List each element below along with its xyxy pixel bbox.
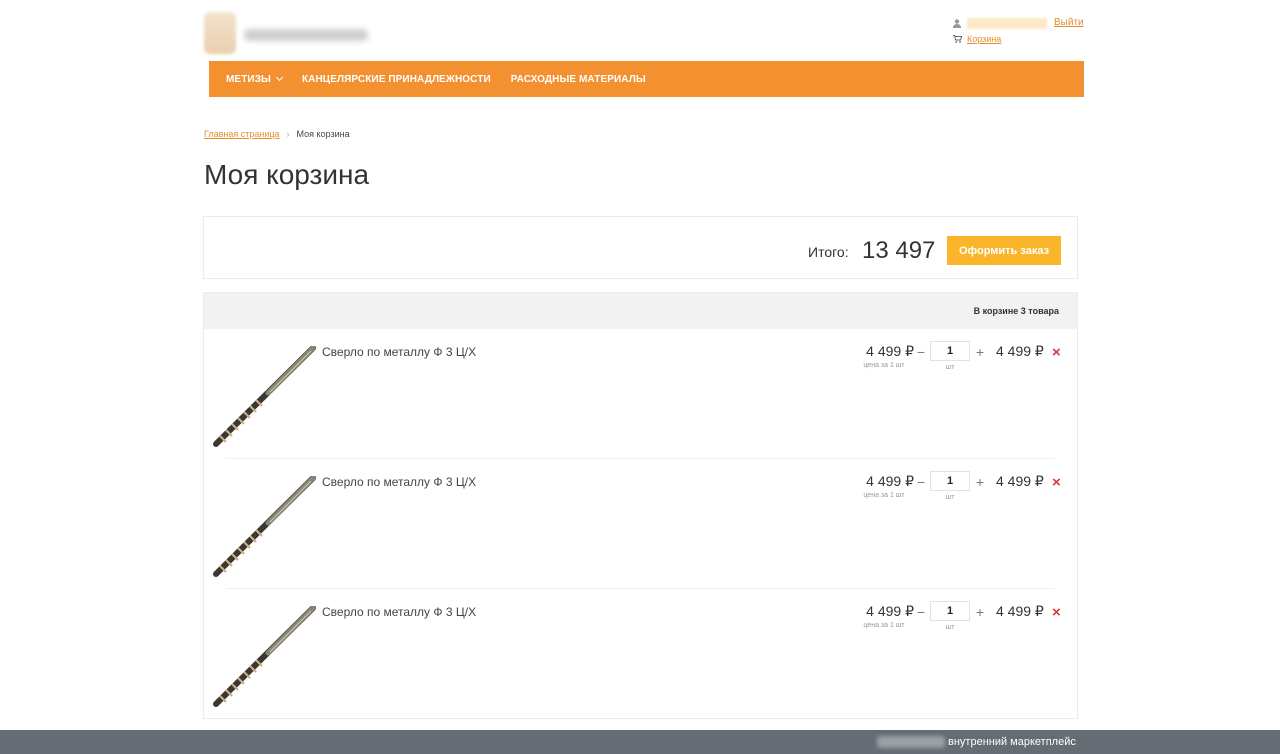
cart-link[interactable]: Корзина xyxy=(967,34,1001,44)
quantity-increase-button[interactable]: + xyxy=(973,604,987,620)
quantity-input[interactable] xyxy=(930,471,970,491)
cart-row: Корзина xyxy=(953,33,1085,47)
drill-bit-icon xyxy=(213,475,316,577)
quantity-input[interactable] xyxy=(930,341,970,361)
unit-price-note: цена за 1 шт xyxy=(863,362,905,369)
quantity-input[interactable] xyxy=(930,601,970,621)
total-value: 13 497 xyxy=(862,237,936,264)
nav-item-office-supplies[interactable]: КАНЦЕЛЯРСКИЕ ПРИНАДЛЕЖНОСТИ xyxy=(302,74,491,85)
remove-item-button[interactable]: × xyxy=(1052,604,1061,621)
quantity-decrease-button[interactable]: − xyxy=(914,604,928,620)
site-logo[interactable] xyxy=(204,12,369,54)
remove-item-button[interactable]: × xyxy=(1052,474,1061,491)
remove-item-button[interactable]: × xyxy=(1052,344,1061,361)
total-label: Итого: xyxy=(808,244,849,260)
unit-price: 4 499 ₽ xyxy=(866,343,914,359)
logo-mark xyxy=(204,12,236,54)
footer-text: внутренний маркетплейс xyxy=(948,736,1076,748)
unit-price: 4 499 ₽ xyxy=(866,603,914,619)
user-name-blurred xyxy=(967,18,1047,29)
line-total: 4 499 ₽ xyxy=(996,343,1044,359)
cart-count: В корзине 3 товара xyxy=(973,306,1059,316)
quantity-unit: шт xyxy=(945,624,955,631)
checkout-button[interactable]: Оформить заказ xyxy=(947,236,1061,265)
line-total: 4 499 ₽ xyxy=(996,603,1044,619)
quantity-decrease-button[interactable]: − xyxy=(914,474,928,490)
price-block: 4 499 ₽ цена за 1 шт xyxy=(844,603,914,629)
breadcrumb-separator: › xyxy=(286,129,290,139)
cart-list-header: В корзине 3 товара xyxy=(204,293,1077,329)
quantity-increase-button[interactable]: + xyxy=(973,344,987,360)
nav-item-label: РАСХОДНЫЕ МАТЕРИАЛЫ xyxy=(510,73,646,85)
product-image[interactable] xyxy=(210,345,318,450)
nav-item-label: МЕТИЗЫ xyxy=(226,73,271,85)
cart-icon xyxy=(953,35,963,45)
product-image[interactable] xyxy=(210,475,318,580)
quantity-unit: шт xyxy=(945,494,955,501)
breadcrumb-current: Моя корзина xyxy=(296,129,350,139)
quantity-decrease-button[interactable]: − xyxy=(914,344,928,360)
price-block: 4 499 ₽ цена за 1 шт xyxy=(844,473,914,499)
cart-list: В корзине 3 товара Сверло по металлу Ф 3… xyxy=(203,292,1078,719)
drill-bit-icon xyxy=(213,345,316,447)
logout-link[interactable]: Выйти xyxy=(1054,17,1084,28)
product-name-link[interactable]: Сверло по металлу Ф 3 Ц/Х xyxy=(322,605,476,619)
user-icon xyxy=(953,19,963,29)
breadcrumb: Главная страница › Моя корзина xyxy=(204,129,350,139)
drill-bit-icon xyxy=(213,605,316,707)
product-name-link[interactable]: Сверло по металлу Ф 3 Ц/Х xyxy=(322,475,476,489)
footer-logo-blurred xyxy=(877,736,945,748)
cart-item: Сверло по металлу Ф 3 Ц/Х 4 499 ₽ цена з… xyxy=(204,459,1077,589)
product-image[interactable] xyxy=(210,605,318,710)
quantity-increase-button[interactable]: + xyxy=(973,474,987,490)
chevron-down-icon xyxy=(275,73,283,82)
logo-text-blurred xyxy=(244,29,368,41)
nav-item-label: КАНЦЕЛЯРСКИЕ ПРИНАДЛЕЖНОСТИ xyxy=(301,73,491,85)
breadcrumb-home-link[interactable]: Главная страница xyxy=(204,129,280,139)
line-total: 4 499 ₽ xyxy=(996,473,1044,489)
page-title: Моя корзина xyxy=(204,159,370,190)
footer-bar: внутренний маркетплейс xyxy=(0,730,1280,754)
user-row: Выйти xyxy=(953,17,1085,31)
unit-price: 4 499 ₽ xyxy=(866,473,914,489)
quantity-unit: шт xyxy=(945,364,955,371)
nav-item-metizy[interactable]: МЕТИЗЫ xyxy=(226,73,283,85)
product-name-link[interactable]: Сверло по металлу Ф 3 Ц/Х xyxy=(322,345,476,359)
unit-price-note: цена за 1 шт xyxy=(863,492,905,499)
cart-summary: Итого: 13 497 Оформить заказ xyxy=(203,216,1078,279)
cart-item: Сверло по металлу Ф 3 Ц/Х 4 499 ₽ цена з… xyxy=(204,589,1077,719)
main-nav: МЕТИЗЫ КАНЦЕЛЯРСКИЕ ПРИНАДЛЕЖНОСТИ РАСХО… xyxy=(209,61,1084,97)
unit-price-note: цена за 1 шт xyxy=(863,622,905,629)
price-block: 4 499 ₽ цена за 1 шт xyxy=(844,343,914,369)
cart-item: Сверло по металлу Ф 3 Ц/Х 4 499 ₽ цена з… xyxy=(204,329,1077,459)
nav-item-consumables[interactable]: РАСХОДНЫЕ МАТЕРИАЛЫ xyxy=(511,74,646,85)
